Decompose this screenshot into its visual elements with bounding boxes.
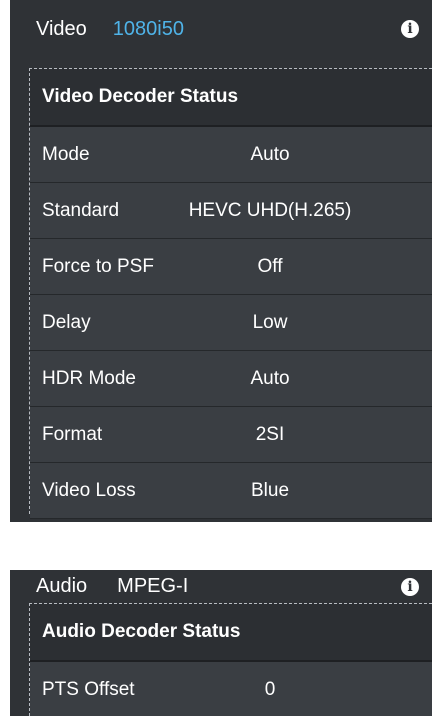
row-label: Force to PSF xyxy=(42,255,154,277)
video-decoder-status-section: Video Decoder Status Mode Auto Standard … xyxy=(29,68,432,519)
row-label: Mode xyxy=(42,143,90,165)
row-value: 2SI xyxy=(255,423,285,445)
audio-decoder-status-section: Audio Decoder Status PTS Offset 0 xyxy=(29,603,432,716)
row-label: Video Loss xyxy=(42,479,136,501)
row-label: Standard xyxy=(42,199,120,221)
audio-header-value: MPEG-I xyxy=(117,575,189,597)
row-label: HDR Mode xyxy=(42,367,136,389)
info-icon[interactable]: i xyxy=(401,577,419,596)
row-label: PTS Offset xyxy=(42,678,135,700)
row-label: Format xyxy=(42,423,103,445)
video-panel: Video 1080i50 i Video Decoder Status Mod… xyxy=(10,0,432,522)
video-header-title: Video xyxy=(36,17,87,40)
row-value: Low xyxy=(252,311,288,333)
video-row-delay: Delay Low xyxy=(30,295,432,351)
row-value: Auto xyxy=(250,143,290,165)
audio-panel-header[interactable]: Audio MPEG-I i xyxy=(10,570,432,603)
video-header-value: 1080i50 xyxy=(112,17,184,40)
video-row-video-loss: Video Loss Blue xyxy=(30,463,432,519)
audio-row-pts-offset: PTS Offset 0 xyxy=(30,662,432,716)
video-decoder-status-title: Video Decoder Status xyxy=(30,69,432,127)
audio-decoder-status-title: Audio Decoder Status xyxy=(30,604,432,662)
info-icon[interactable]: i xyxy=(401,20,419,38)
video-row-force-to-psf: Force to PSF Off xyxy=(30,239,432,295)
row-value: 0 xyxy=(264,678,276,700)
video-row-hdr-mode: HDR Mode Auto xyxy=(30,351,432,407)
video-row-standard: Standard HEVC UHD(H.265) xyxy=(30,183,432,239)
video-row-mode: Mode Auto xyxy=(30,127,432,183)
row-label: Delay xyxy=(42,311,91,333)
audio-panel: Audio MPEG-I i Audio Decoder Status PTS … xyxy=(10,570,432,716)
row-value: Off xyxy=(257,255,283,277)
audio-header-title: Audio xyxy=(36,575,88,597)
row-value: HEVC UHD(H.265) xyxy=(188,199,352,221)
video-row-format: Format 2SI xyxy=(30,407,432,463)
row-value: Blue xyxy=(250,479,290,501)
row-value: Auto xyxy=(250,367,290,389)
video-panel-header[interactable]: Video 1080i50 i xyxy=(10,0,432,58)
